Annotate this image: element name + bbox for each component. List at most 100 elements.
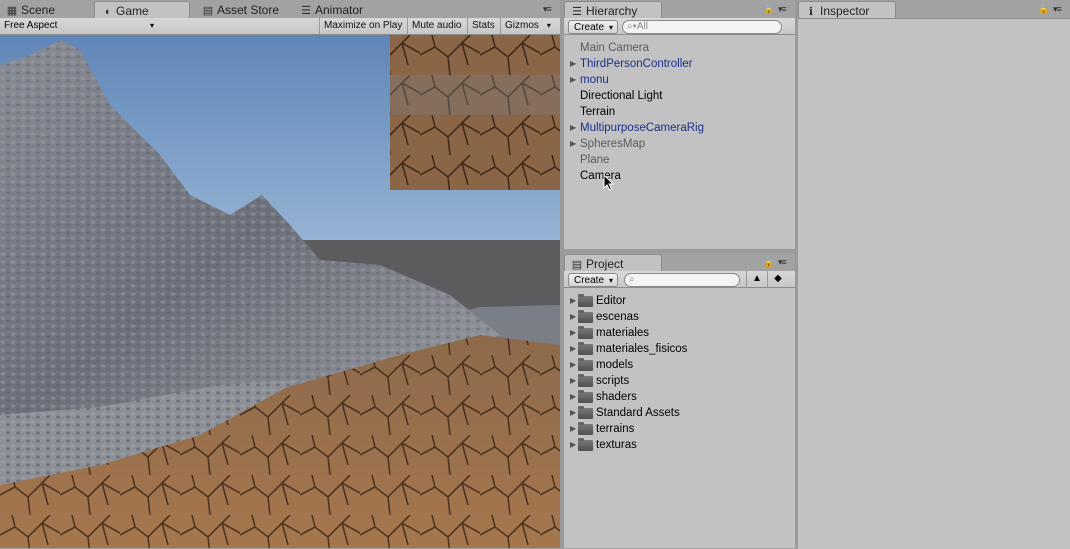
project-folder[interactable]: ▶ materiales_fisicos [564, 341, 795, 357]
project-search-input[interactable]: ⌕ [624, 273, 740, 287]
tab-asset-store[interactable]: ▤ Asset Store [196, 1, 292, 18]
hierarchy-item[interactable]: ▶ monu [564, 72, 795, 88]
project-folder[interactable]: ▶ shaders [564, 389, 795, 405]
lock-icon[interactable]: 🔒 [763, 257, 774, 268]
tab-inspector[interactable]: ℹ Inspector [798, 1, 896, 18]
hierarchy-item-label: Plane [580, 154, 610, 166]
project-tab-strip: ▤ Project 🔒 ▾≡ [564, 253, 795, 271]
hierarchy-item-label: MultipurposeCameraRig [580, 122, 704, 134]
folder-label: Editor [596, 295, 627, 307]
expand-arrow-icon[interactable]: ▶ [570, 293, 576, 309]
hierarchy-item[interactable]: ▶ ThirdPersonController [564, 56, 795, 72]
folder-icon [578, 374, 593, 387]
aspect-dropdown[interactable]: Free Aspect ▾ [0, 18, 158, 34]
project-folder[interactable]: ▶ Standard Assets [564, 405, 795, 421]
expand-arrow-icon[interactable]: ▶ [570, 405, 576, 421]
hierarchy-search-input[interactable]: ⌕▾All [622, 20, 782, 34]
tab-game[interactable]: ◖ Game [94, 1, 190, 18]
folder-label: scripts [596, 375, 630, 387]
project-folder[interactable]: ▶ scripts [564, 373, 795, 389]
hierarchy-item[interactable]: ▶ SpheresMap [564, 136, 795, 152]
hierarchy-item[interactable]: ▶ MultipurposeCameraRig [564, 120, 795, 136]
chevron-down-icon: ▾ [546, 21, 551, 30]
filter-by-label-icon[interactable]: ◆ [767, 271, 788, 287]
hierarchy-item-label: Terrain [580, 106, 616, 118]
hierarchy-item[interactable]: Main Camera [564, 40, 795, 56]
folder-label: terrains [596, 423, 635, 435]
project-toolbar: Create ⌕ ▲ ◆ [564, 271, 795, 288]
tab-animator[interactable]: ☰ Animator [294, 1, 390, 18]
game-render [0, 35, 560, 548]
hierarchy-item-label: Directional Light [580, 90, 663, 102]
lock-icon[interactable]: 🔒 [763, 4, 774, 15]
expand-arrow-icon[interactable]: ▶ [570, 357, 576, 373]
panel-menu-icon[interactable]: ▾≡ [1053, 4, 1062, 15]
tab-scene[interactable]: ▦ Scene [0, 1, 80, 18]
hierarchy-item[interactable]: Camera [564, 168, 795, 184]
folder-icon [578, 326, 593, 339]
project-folder[interactable]: ▶ escenas [564, 309, 795, 325]
folder-label: texturas [596, 439, 637, 451]
gizmos-dropdown[interactable]: Gizmos ▾ [500, 18, 555, 34]
expand-arrow-icon[interactable]: ▶ [570, 389, 576, 405]
folder-icon [578, 342, 593, 355]
hierarchy-item[interactable]: Terrain [564, 104, 795, 120]
expand-arrow-icon[interactable]: ▶ [570, 421, 576, 437]
project-panel: ▶ Editor ▶ escenas ▶ materiales ▶ materiales_fi… [564, 288, 796, 548]
expand-arrow-icon[interactable]: ▶ [570, 341, 576, 357]
folder-icon [578, 406, 593, 419]
panel-menu-icon[interactable]: ▾≡ [778, 257, 787, 268]
expand-arrow-icon[interactable]: ▶ [570, 309, 576, 325]
hierarchy-item[interactable]: Plane [564, 152, 795, 168]
project-folder[interactable]: ▶ terrains [564, 421, 795, 437]
expand-arrow-icon[interactable]: ▶ [570, 72, 576, 88]
game-viewport[interactable] [0, 35, 560, 548]
project-folder[interactable]: ▶ Editor [564, 293, 795, 309]
mouse-cursor [603, 173, 615, 192]
search-icon: ⌕ [629, 274, 635, 285]
hierarchy-tab-strip: ☰ Hierarchy 🔒 ▾≡ [564, 0, 795, 18]
folder-label: escenas [596, 311, 639, 323]
hierarchy-item-label: SpheresMap [580, 138, 646, 150]
left-tab-strip: ▦ Scene ◖ Game ▤ Asset Store ☰ Animator ▾≡ [0, 0, 560, 18]
hierarchy-item-label: monu [580, 74, 609, 86]
folder-icon [578, 390, 593, 403]
mute-audio-button[interactable]: Mute audio [407, 18, 465, 34]
expand-arrow-icon[interactable]: ▶ [570, 120, 576, 136]
expand-arrow-icon[interactable]: ▶ [570, 56, 576, 72]
panel-menu-icon[interactable]: ▾≡ [778, 4, 787, 15]
lock-icon[interactable]: 🔒 [1038, 4, 1049, 15]
expand-arrow-icon[interactable]: ▶ [570, 373, 576, 389]
expand-arrow-icon[interactable]: ▶ [570, 136, 576, 152]
hierarchy-toolbar: Create ⌕▾All [564, 18, 795, 35]
folder-label: materiales [596, 327, 650, 339]
hierarchy-item[interactable]: Directional Light [564, 88, 795, 104]
panel-menu-icon[interactable]: ▾≡ [543, 4, 552, 15]
maximize-on-play-button[interactable]: Maximize on Play [319, 18, 406, 34]
hierarchy-item-label: Main Camera [580, 42, 650, 54]
hierarchy-panel: Main Camera ▶ ThirdPersonController ▶ monu Di… [564, 35, 796, 249]
project-folder[interactable]: ▶ texturas [564, 437, 795, 453]
inspector-panel [798, 18, 1070, 549]
project-folder[interactable]: ▶ materiales [564, 325, 795, 341]
game-toolbar: Free Aspect ▾ Maximize on Play Mute audi… [0, 18, 560, 35]
chevron-down-icon: ▾ [149, 21, 154, 30]
filter-by-type-icon[interactable]: ▲ [746, 271, 767, 287]
inspector-tab-strip: ℹ Inspector 🔒 ▾≡ [798, 0, 1070, 18]
folder-label: Standard Assets [596, 407, 680, 419]
stats-button[interactable]: Stats [467, 18, 499, 34]
expand-arrow-icon[interactable]: ▶ [570, 437, 576, 453]
folder-label: materiales_fisicos [596, 343, 688, 355]
folder-icon [578, 358, 593, 371]
folder-label: models [596, 359, 634, 371]
expand-arrow-icon[interactable]: ▶ [570, 325, 576, 341]
project-folder[interactable]: ▶ models [564, 357, 795, 373]
folder-icon [578, 294, 593, 307]
tab-hierarchy[interactable]: ☰ Hierarchy [564, 1, 662, 18]
project-create-dropdown[interactable]: Create [568, 273, 618, 288]
hierarchy-create-dropdown[interactable]: Create [568, 20, 618, 35]
tab-project[interactable]: ▤ Project [564, 254, 662, 271]
search-icon: ⌕▾ [627, 21, 637, 32]
folder-icon [578, 422, 593, 435]
hierarchy-item-label: ThirdPersonController [580, 58, 693, 70]
